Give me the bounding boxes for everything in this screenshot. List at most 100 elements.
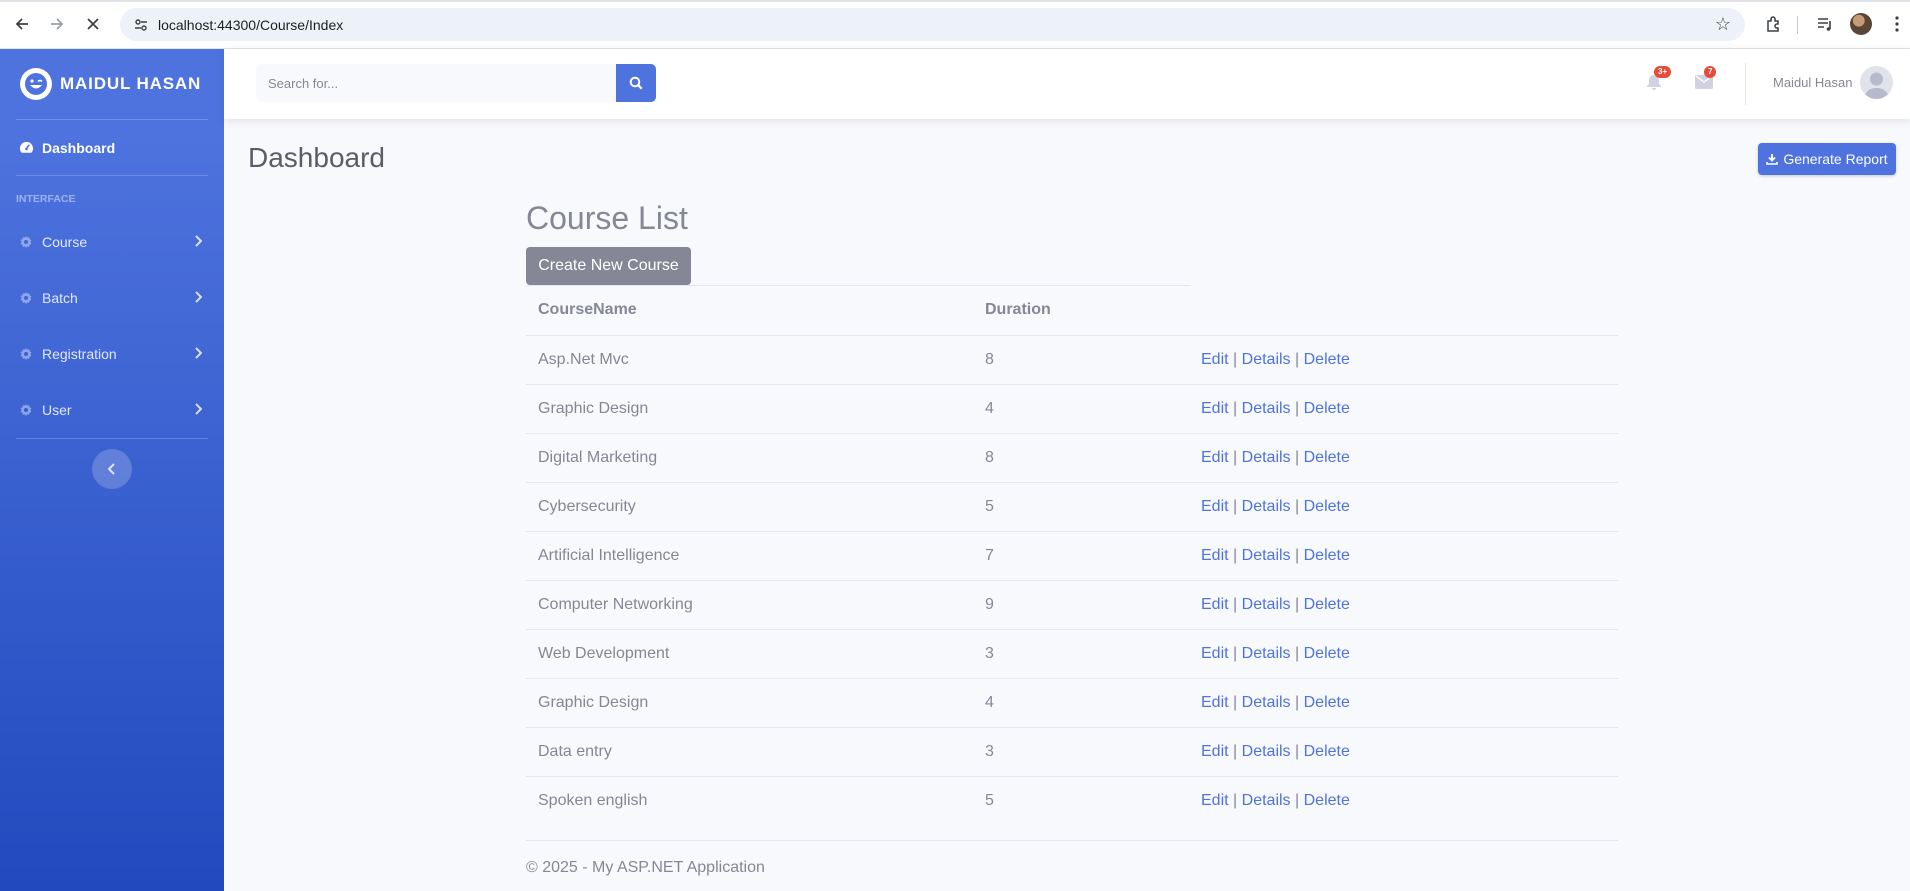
details-link[interactable]: Details bbox=[1242, 694, 1291, 711]
details-link[interactable]: Details bbox=[1242, 743, 1291, 760]
details-link[interactable]: Details bbox=[1242, 645, 1291, 662]
details-link[interactable]: Details bbox=[1242, 547, 1291, 564]
delete-link[interactable]: Delete bbox=[1304, 498, 1350, 515]
actions-cell: Edit | Details | Delete bbox=[1189, 775, 1618, 825]
user-silhouette-icon bbox=[1864, 72, 1889, 99]
delete-link[interactable]: Delete bbox=[1304, 645, 1350, 662]
action-separator: | bbox=[1295, 350, 1300, 368]
sidebar-item-registration[interactable]: Registration bbox=[0, 326, 224, 382]
delete-link[interactable]: Delete bbox=[1304, 400, 1350, 417]
delete-link[interactable]: Delete bbox=[1304, 449, 1350, 466]
details-link[interactable]: Details bbox=[1242, 792, 1291, 809]
edit-link[interactable]: Edit bbox=[1201, 498, 1229, 515]
user-avatar[interactable] bbox=[1860, 66, 1893, 99]
action-separator: | bbox=[1233, 742, 1238, 760]
course-name-cell: Artificial Intelligence bbox=[526, 530, 973, 580]
action-separator: | bbox=[1295, 399, 1300, 417]
page-title: Dashboard bbox=[248, 142, 385, 173]
action-separator: | bbox=[1233, 644, 1238, 662]
action-separator: | bbox=[1233, 350, 1238, 368]
bookmark-star-icon[interactable]: ☆ bbox=[1715, 14, 1731, 35]
edit-link[interactable]: Edit bbox=[1201, 547, 1229, 564]
actions-cell: Edit | Details | Delete bbox=[1189, 726, 1618, 776]
generate-report-label: Generate Report bbox=[1783, 151, 1888, 167]
delete-link[interactable]: Delete bbox=[1304, 694, 1350, 711]
details-link[interactable]: Details bbox=[1242, 498, 1291, 515]
table-row: Cybersecurity 5 Edit | Details | Delete bbox=[526, 481, 1618, 531]
edit-link[interactable]: Edit bbox=[1201, 743, 1229, 760]
laugh-wink-icon bbox=[20, 68, 52, 100]
course-list-title: Course List bbox=[526, 200, 688, 236]
user-name[interactable]: Maidul Hasan bbox=[1773, 75, 1853, 90]
sidebar-item-dashboard[interactable]: Dashboard bbox=[0, 120, 224, 175]
url-text[interactable]: localhost:44300/Course/Index bbox=[158, 17, 343, 33]
cog-icon bbox=[18, 346, 34, 362]
search-input[interactable] bbox=[256, 64, 616, 102]
download-icon bbox=[1766, 154, 1779, 165]
sidebar-item-course[interactable]: Course bbox=[0, 214, 224, 270]
details-link[interactable]: Details bbox=[1242, 400, 1291, 417]
topbar-divider bbox=[1745, 63, 1746, 105]
sidebar-item-label: Dashboard bbox=[42, 139, 116, 156]
edit-link[interactable]: Edit bbox=[1201, 645, 1229, 662]
column-header-coursename: CourseName bbox=[526, 286, 973, 336]
edit-link[interactable]: Edit bbox=[1201, 449, 1229, 466]
duration-cell: 3 bbox=[973, 726, 1189, 776]
sidebar-item-label: Batch bbox=[42, 290, 78, 306]
edit-link[interactable]: Edit bbox=[1201, 694, 1229, 711]
search-icon bbox=[629, 76, 643, 90]
sidebar-item-user[interactable]: User bbox=[0, 382, 224, 438]
delete-link[interactable]: Delete bbox=[1304, 792, 1350, 809]
sidebar-brand[interactable]: MAIDUL HASAN bbox=[0, 49, 224, 119]
messages-envelope-icon[interactable]: 7 bbox=[1694, 66, 1717, 92]
sidebar-item-batch[interactable]: Batch bbox=[0, 270, 224, 326]
details-link[interactable]: Details bbox=[1242, 596, 1291, 613]
duration-cell: 5 bbox=[973, 775, 1189, 825]
stop-loading-icon[interactable] bbox=[78, 9, 108, 39]
actions-cell: Edit | Details | Delete bbox=[1189, 579, 1618, 629]
cog-icon bbox=[18, 234, 34, 250]
more-menu-icon[interactable] bbox=[1885, 12, 1909, 36]
chevron-right-icon bbox=[194, 234, 204, 248]
edit-link[interactable]: Edit bbox=[1201, 351, 1229, 368]
media-control-icon[interactable] bbox=[1813, 12, 1837, 36]
duration-cell: 7 bbox=[973, 530, 1189, 580]
address-bar[interactable]: localhost:44300/Course/Index ☆ bbox=[120, 8, 1745, 41]
edit-link[interactable]: Edit bbox=[1201, 792, 1229, 809]
site-settings-icon[interactable] bbox=[132, 16, 150, 34]
search-button[interactable] bbox=[616, 64, 656, 102]
create-new-course-button[interactable]: Create New Course bbox=[526, 247, 691, 285]
course-name-cell: Digital Marketing bbox=[526, 432, 973, 482]
details-link[interactable]: Details bbox=[1242, 351, 1291, 368]
forward-arrow-icon[interactable] bbox=[42, 9, 72, 39]
delete-link[interactable]: Delete bbox=[1304, 351, 1350, 368]
details-link[interactable]: Details bbox=[1242, 449, 1291, 466]
course-name-cell: Cybersecurity bbox=[526, 481, 973, 531]
actions-cell: Edit | Details | Delete bbox=[1189, 530, 1618, 580]
extensions-icon[interactable] bbox=[1762, 12, 1786, 36]
generate-report-button[interactable]: Generate Report bbox=[1758, 143, 1896, 175]
duration-cell: 4 bbox=[973, 383, 1189, 433]
back-arrow-icon[interactable] bbox=[7, 9, 37, 39]
duration-cell: 4 bbox=[973, 677, 1189, 727]
edit-link[interactable]: Edit bbox=[1201, 400, 1229, 417]
delete-link[interactable]: Delete bbox=[1304, 547, 1350, 564]
edit-link[interactable]: Edit bbox=[1201, 596, 1229, 613]
toolbar-separator bbox=[1797, 16, 1798, 34]
actions-cell: Edit | Details | Delete bbox=[1189, 628, 1618, 678]
actions-cell: Edit | Details | Delete bbox=[1189, 432, 1618, 482]
brand-name: MAIDUL HASAN bbox=[60, 74, 202, 93]
duration-cell: 3 bbox=[973, 628, 1189, 678]
profile-avatar-icon[interactable] bbox=[1849, 12, 1873, 36]
alerts-bell-icon[interactable]: 3+ bbox=[1644, 66, 1672, 92]
browser-toolbar: localhost:44300/Course/Index ☆ bbox=[0, 0, 1910, 49]
delete-link[interactable]: Delete bbox=[1304, 743, 1350, 760]
sidebar-toggle-button[interactable] bbox=[92, 449, 132, 489]
sidebar-divider bbox=[16, 438, 208, 439]
course-name-cell: Graphic Design bbox=[526, 383, 973, 433]
action-separator: | bbox=[1295, 497, 1300, 515]
delete-link[interactable]: Delete bbox=[1304, 596, 1350, 613]
duration-cell: 8 bbox=[973, 334, 1189, 384]
column-header-actions bbox=[1189, 286, 1618, 336]
table-row: Digital Marketing 8 Edit | Details | Delet… bbox=[526, 432, 1618, 482]
